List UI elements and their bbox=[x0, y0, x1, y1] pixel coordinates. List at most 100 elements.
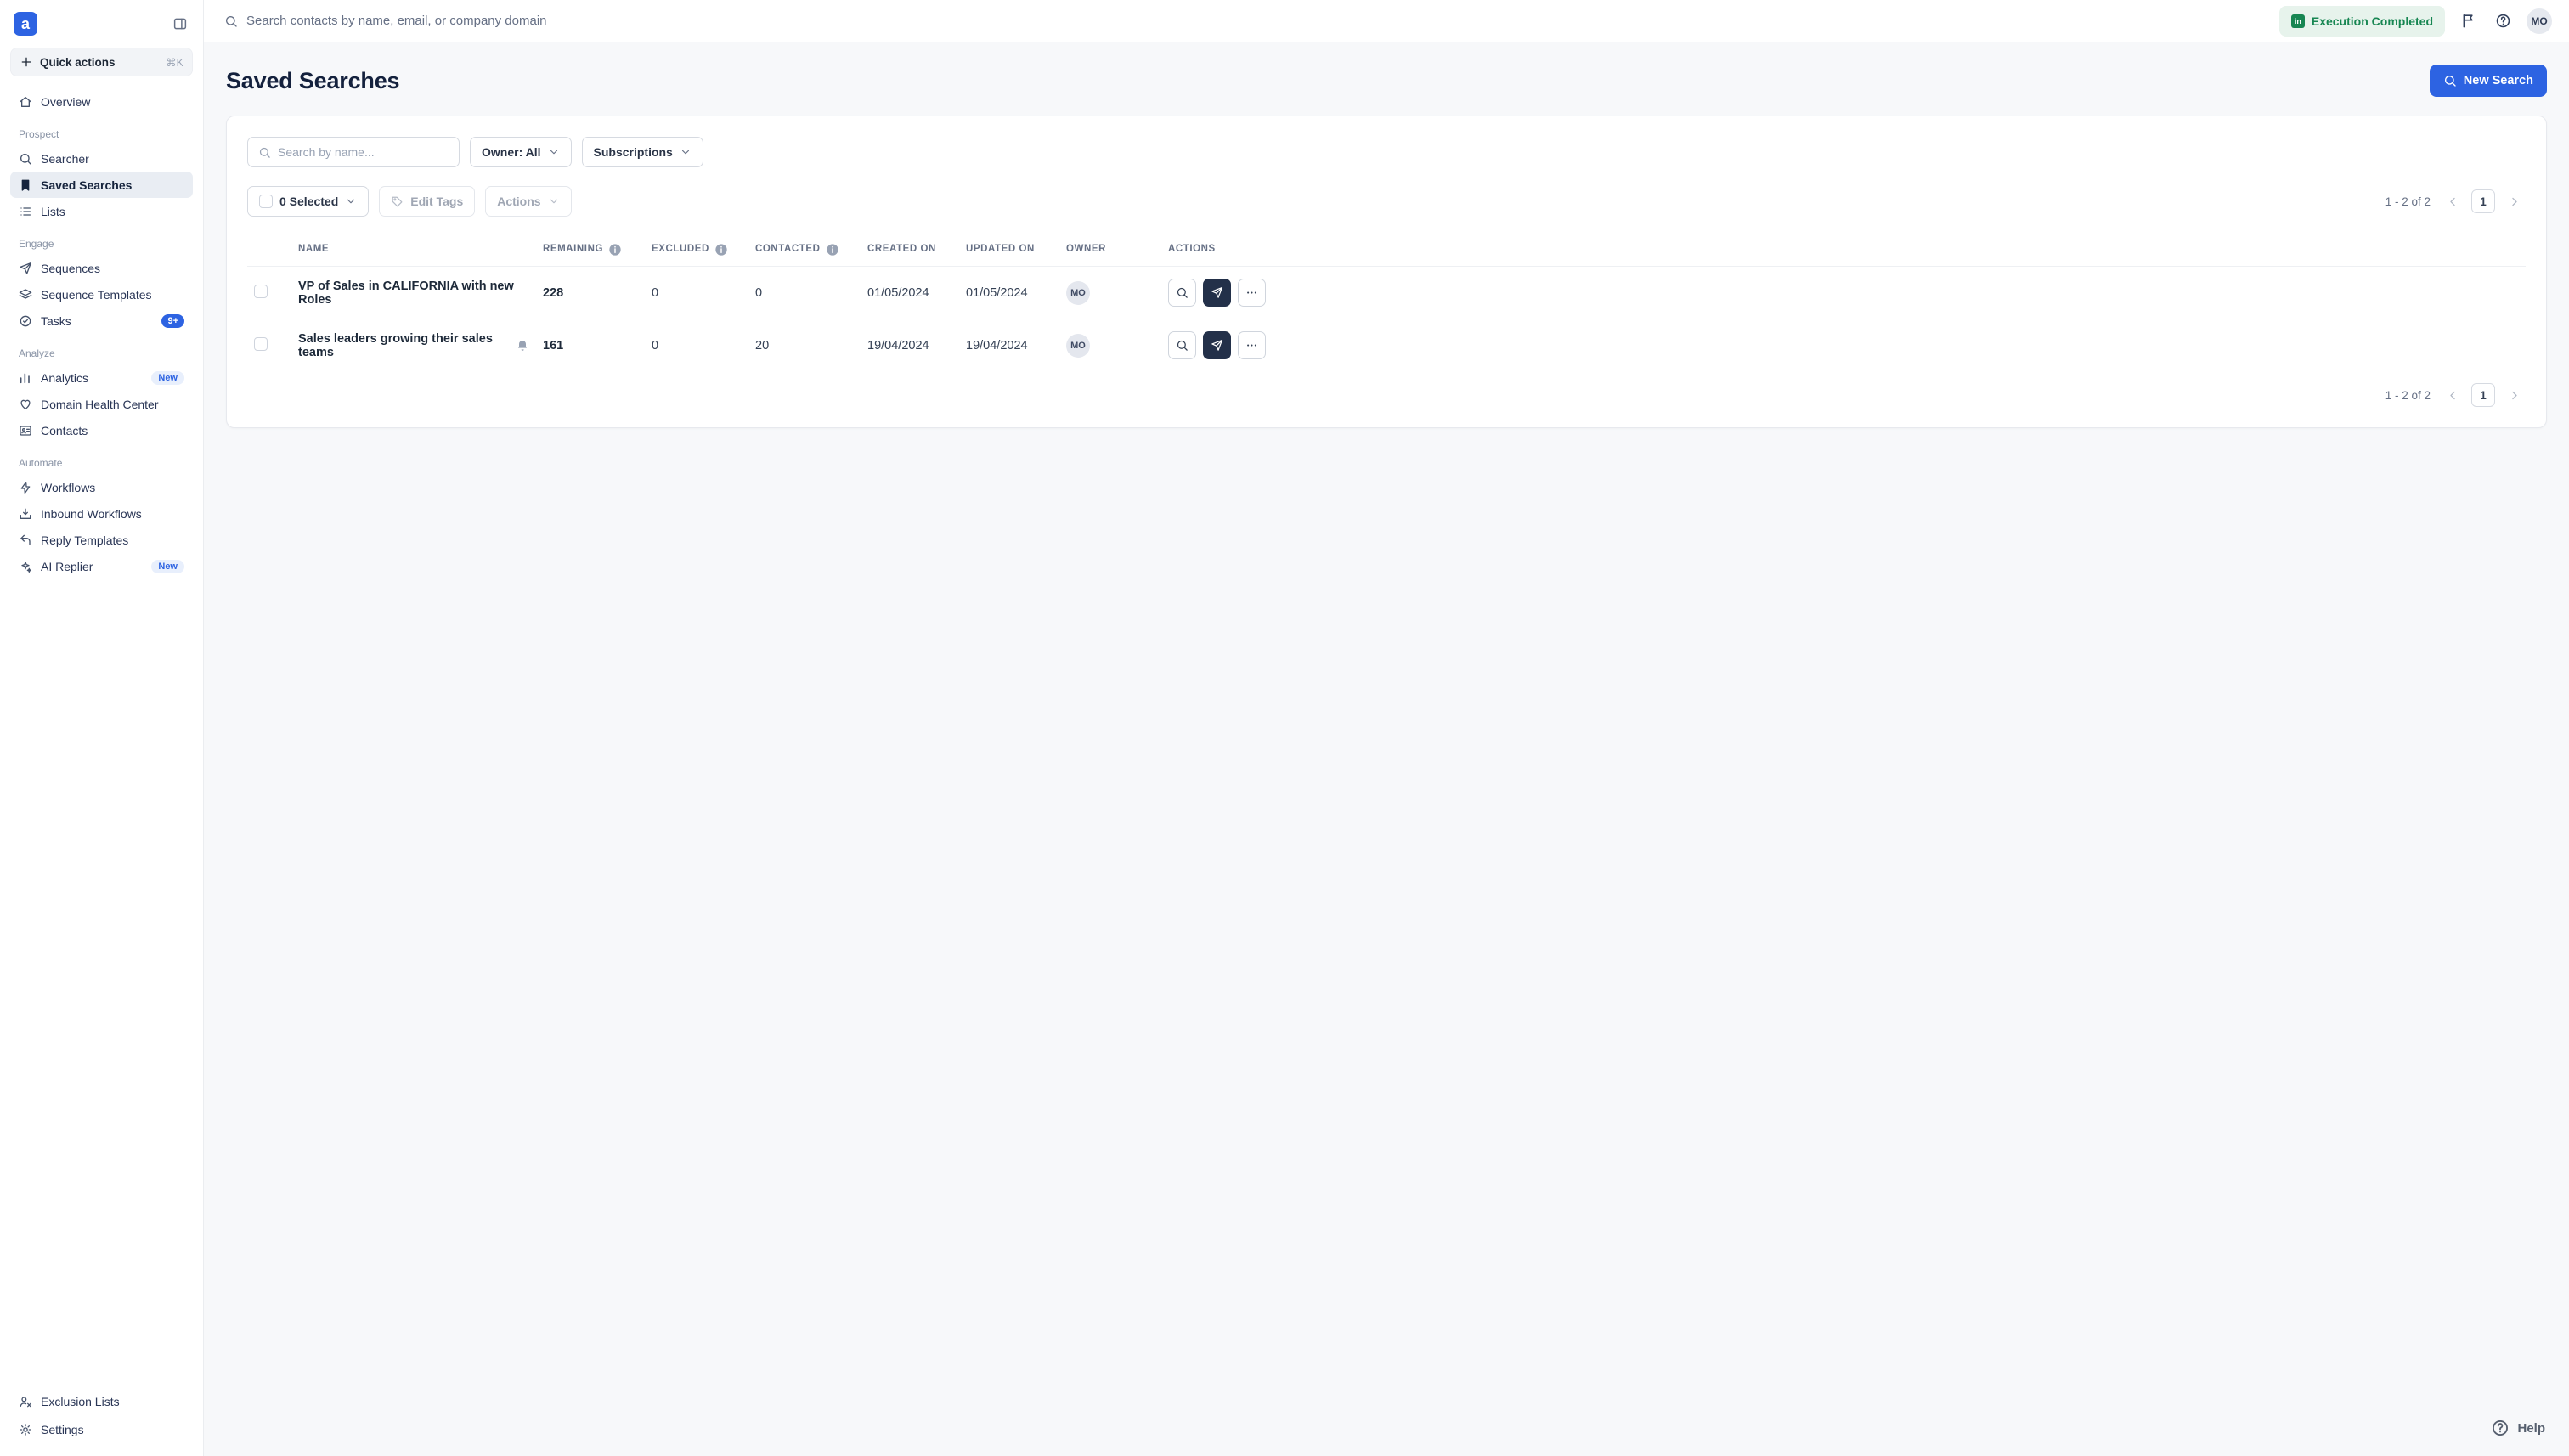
sidebar-item-lists[interactable]: Lists bbox=[10, 198, 193, 224]
check-circle-icon bbox=[19, 314, 32, 328]
user-x-icon bbox=[19, 1395, 32, 1408]
sidebar-item-tasks[interactable]: Tasks 9+ bbox=[10, 308, 193, 334]
next-page-button[interactable] bbox=[2502, 189, 2526, 213]
flag-button[interactable] bbox=[2457, 9, 2480, 32]
sidebar-item-label: Searcher bbox=[41, 152, 89, 166]
row-actions bbox=[1168, 331, 2519, 359]
list-toolbar: 0 Selected Edit Tags Actions 1 - 2 of 2 bbox=[247, 186, 2526, 217]
row-more-button[interactable] bbox=[1238, 279, 1266, 307]
sidebar: a Quick actions ⌘K Overview Prospect Sea… bbox=[0, 0, 204, 1456]
sidebar-item-searcher[interactable]: Searcher bbox=[10, 145, 193, 172]
edit-tags-label: Edit Tags bbox=[410, 195, 463, 208]
sidebar-item-saved-searches[interactable]: Saved Searches bbox=[10, 172, 193, 198]
global-search-input[interactable] bbox=[246, 14, 688, 28]
search-icon bbox=[1176, 339, 1189, 352]
ellipsis-icon bbox=[1245, 339, 1258, 352]
sparkles-icon bbox=[19, 560, 32, 573]
pagination-range: 1 - 2 of 2 bbox=[2386, 389, 2431, 402]
info-icon[interactable] bbox=[826, 243, 839, 257]
main-column: in Execution Completed MO Saved Searches… bbox=[204, 0, 2569, 1456]
col-header-excluded: Excluded bbox=[645, 234, 748, 267]
sidebar-item-workflows[interactable]: Workflows bbox=[10, 474, 193, 500]
selected-dropdown[interactable]: 0 Selected bbox=[247, 186, 369, 217]
created-on-date: 19/04/2024 bbox=[867, 339, 929, 353]
owner-filter-label: Owner: All bbox=[482, 145, 541, 159]
col-header-actions: Actions bbox=[1161, 234, 2526, 267]
sidebar-item-ai-replier[interactable]: AI Replier New bbox=[10, 553, 193, 579]
edit-tags-button[interactable]: Edit Tags bbox=[379, 186, 475, 217]
sidebar-item-label: Settings bbox=[41, 1423, 84, 1436]
bell-icon bbox=[516, 339, 529, 353]
sidebar-item-reply-templates[interactable]: Reply Templates bbox=[10, 527, 193, 553]
tasks-count-badge: 9+ bbox=[161, 314, 184, 328]
row-search-button[interactable] bbox=[1168, 279, 1196, 307]
pagination-bottom-wrap: 1 - 2 of 2 1 bbox=[247, 383, 2526, 407]
row-checkbox[interactable] bbox=[254, 285, 268, 298]
row-send-button[interactable] bbox=[1203, 279, 1231, 307]
sidebar-item-sequences[interactable]: Sequences bbox=[10, 255, 193, 281]
info-icon[interactable] bbox=[608, 243, 622, 257]
question-icon bbox=[2491, 1419, 2510, 1437]
sidebar-item-contacts[interactable]: Contacts bbox=[10, 417, 193, 443]
bookmark-icon bbox=[19, 178, 32, 192]
app-logo[interactable]: a bbox=[14, 12, 37, 36]
sidebar-item-sequence-templates[interactable]: Sequence Templates bbox=[10, 281, 193, 308]
help-fab-button[interactable]: Help bbox=[2491, 1419, 2545, 1437]
pagination-bottom: 1 - 2 of 2 1 bbox=[2386, 383, 2526, 407]
selected-count-label: 0 Selected bbox=[279, 195, 338, 208]
remaining-count: 228 bbox=[543, 286, 563, 300]
sidebar-item-label: Sequences bbox=[41, 262, 100, 275]
sidebar-item-inbound-workflows[interactable]: Inbound Workflows bbox=[10, 500, 193, 527]
pagination-top: 1 - 2 of 2 1 bbox=[2386, 189, 2526, 213]
updated-on-date: 01/05/2024 bbox=[966, 286, 1028, 300]
info-icon[interactable] bbox=[714, 243, 728, 257]
table-row: VP of Sales in CALIFORNIA with new Roles… bbox=[247, 267, 2526, 319]
col-header-owner: Owner bbox=[1059, 234, 1161, 267]
saved-search-name[interactable]: VP of Sales in CALIFORNIA with new Roles bbox=[298, 279, 529, 307]
owner-avatar: MO bbox=[1066, 281, 1090, 305]
quick-actions-button[interactable]: Quick actions ⌘K bbox=[10, 48, 193, 76]
inbox-arrow-icon bbox=[19, 507, 32, 521]
subscriptions-filter-dropdown[interactable]: Subscriptions bbox=[582, 137, 703, 167]
saved-search-name[interactable]: Sales leaders growing their sales teams bbox=[298, 332, 529, 359]
global-search bbox=[224, 14, 2267, 28]
prev-page-button[interactable] bbox=[2441, 189, 2465, 213]
lightning-icon bbox=[19, 481, 32, 494]
help-menu-button[interactable] bbox=[2492, 9, 2515, 32]
select-all-checkbox[interactable] bbox=[259, 195, 273, 208]
search-icon bbox=[19, 152, 32, 166]
next-page-button[interactable] bbox=[2502, 383, 2526, 407]
sidebar-nav: Overview Prospect Searcher Saved Searche… bbox=[10, 88, 193, 1388]
col-header-name: Name bbox=[291, 234, 536, 267]
row-search-button[interactable] bbox=[1168, 331, 1196, 359]
user-avatar[interactable]: MO bbox=[2527, 8, 2552, 34]
sidebar-item-label: Analytics bbox=[41, 371, 88, 385]
sidebar-item-settings[interactable]: Settings bbox=[10, 1416, 193, 1442]
row-send-button[interactable] bbox=[1203, 331, 1231, 359]
page-content: Saved Searches New Search Owner: All bbox=[204, 42, 2569, 1456]
row-more-button[interactable] bbox=[1238, 331, 1266, 359]
name-search-input[interactable] bbox=[278, 145, 449, 159]
sidebar-item-domain-health-center[interactable]: Domain Health Center bbox=[10, 391, 193, 417]
status-badge[interactable]: in Execution Completed bbox=[2279, 6, 2445, 37]
subscriptions-filter-label: Subscriptions bbox=[594, 145, 673, 159]
created-on-date: 01/05/2024 bbox=[867, 286, 929, 300]
sidebar-item-exclusion-lists[interactable]: Exclusion Lists bbox=[10, 1388, 193, 1414]
sidebar-item-analytics[interactable]: Analytics New bbox=[10, 364, 193, 391]
collapse-sidebar-button[interactable] bbox=[171, 14, 189, 33]
page-number-button[interactable]: 1 bbox=[2471, 189, 2495, 213]
row-checkbox[interactable] bbox=[254, 337, 268, 351]
linkedin-icon: in bbox=[2291, 14, 2305, 28]
sidebar-item-label: Exclusion Lists bbox=[41, 1395, 120, 1408]
new-search-label: New Search bbox=[2464, 74, 2533, 87]
remaining-count: 161 bbox=[543, 339, 563, 353]
actions-dropdown[interactable]: Actions bbox=[485, 186, 571, 217]
sidebar-item-overview[interactable]: Overview bbox=[10, 88, 193, 115]
sidebar-item-label: Lists bbox=[41, 205, 65, 218]
new-search-button[interactable]: New Search bbox=[2430, 65, 2547, 97]
prev-page-button[interactable] bbox=[2441, 383, 2465, 407]
reply-icon bbox=[19, 533, 32, 547]
help-fab-label: Help bbox=[2517, 1421, 2545, 1436]
page-number-button[interactable]: 1 bbox=[2471, 383, 2495, 407]
owner-filter-dropdown[interactable]: Owner: All bbox=[470, 137, 572, 167]
